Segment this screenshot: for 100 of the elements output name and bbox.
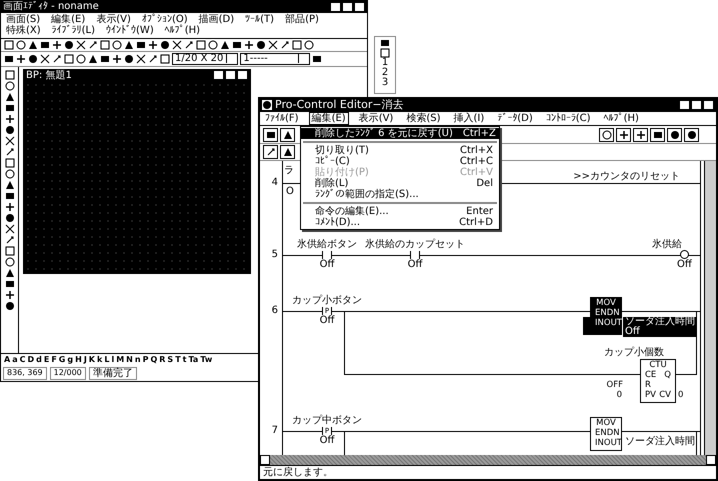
menu-item[interactable]: ｺﾝﾄﾛｰﾗ(C) xyxy=(544,112,593,124)
toolbar-button[interactable] xyxy=(667,128,682,142)
toolbar-icon[interactable] xyxy=(268,40,278,50)
toolbar-icon[interactable] xyxy=(52,40,62,50)
palette-icon[interactable] xyxy=(4,290,14,300)
toolbar-icon[interactable] xyxy=(64,40,74,50)
font-button[interactable]: a xyxy=(12,355,18,364)
font-button[interactable]: Ta xyxy=(188,355,198,364)
menu-item[interactable]: 画面(S) xyxy=(4,14,42,25)
font-button[interactable]: A xyxy=(4,355,10,364)
palette-icon[interactable] xyxy=(4,114,14,124)
toolbar-icon[interactable] xyxy=(256,40,266,50)
toolbar-icon[interactable] xyxy=(172,40,182,50)
window-control-button[interactable] xyxy=(354,2,365,12)
menu-item[interactable]: ﾌｧｲﾙ(F) xyxy=(263,112,301,124)
toolbar-button[interactable] xyxy=(616,128,631,142)
toolbar-button[interactable] xyxy=(599,128,614,142)
menu-item[interactable]: 表示(V) xyxy=(356,112,396,124)
window-control-button[interactable] xyxy=(703,100,714,110)
menu-item[interactable]: ﾍﾙﾌﾟ(H) xyxy=(162,25,202,36)
instruction-block[interactable]: MOV ENDN INOUT xyxy=(590,297,622,336)
palette-icon[interactable] xyxy=(4,212,14,222)
font-button[interactable]: d xyxy=(36,355,42,364)
menu-item[interactable]: 特殊(X) xyxy=(4,25,43,36)
font-button[interactable]: C xyxy=(20,355,26,364)
menu-item[interactable]: 切り取り(T) Ctrl+X xyxy=(301,145,499,156)
tool-icon[interactable] xyxy=(124,54,134,64)
font-button[interactable]: M xyxy=(116,355,124,364)
font-button[interactable]: R xyxy=(159,355,166,364)
vertical-scrollbar[interactable] xyxy=(704,161,716,454)
window-control-button[interactable] xyxy=(691,100,702,110)
toolbar-button[interactable] xyxy=(633,128,648,142)
tool-icon[interactable] xyxy=(40,54,50,64)
menu-item[interactable]: ｺﾋﾟｰ(C) Ctrl+C xyxy=(301,156,499,167)
font-button[interactable]: l xyxy=(111,355,114,364)
toolbar-button[interactable] xyxy=(684,128,699,142)
menu-item[interactable]: 編集(E) xyxy=(310,112,348,124)
font-button[interactable]: G xyxy=(58,355,66,364)
palette-icon[interactable] xyxy=(4,224,14,234)
font-button[interactable]: S xyxy=(167,355,174,364)
menu-item[interactable]: 削除(L) Del xyxy=(301,178,499,189)
palette-icon[interactable] xyxy=(4,300,14,310)
toolbar-icon[interactable] xyxy=(244,40,254,50)
toolbar-icon[interactable] xyxy=(184,40,194,50)
font-button[interactable]: T xyxy=(175,355,181,364)
palette-icon[interactable] xyxy=(4,202,14,212)
menu-item[interactable]: ｺﾒﾝﾄ(D)... Ctrl+D xyxy=(301,217,499,228)
menu-item[interactable]: 部品(P) xyxy=(283,14,321,25)
toolbar-button[interactable] xyxy=(280,145,295,160)
instruction-block[interactable]: MOV ENDN INOUT xyxy=(590,417,622,452)
toolbar-button[interactable] xyxy=(650,128,665,142)
horizontal-scrollbar[interactable] xyxy=(260,454,716,464)
tool-icon[interactable] xyxy=(28,54,38,64)
menu-item[interactable]: ﾍﾙﾌﾟ(H) xyxy=(602,112,641,124)
toolbar-button[interactable] xyxy=(263,128,278,142)
tool-icon[interactable] xyxy=(136,54,146,64)
tool-icon[interactable] xyxy=(148,54,158,64)
font-button[interactable]: K xyxy=(88,355,95,364)
window-control-button[interactable] xyxy=(237,70,248,80)
font-button[interactable]: t xyxy=(182,355,186,364)
font-button[interactable]: J xyxy=(84,355,87,364)
palette-icon[interactable] xyxy=(4,146,14,156)
font-button[interactable]: F xyxy=(51,355,57,364)
font-button[interactable]: E xyxy=(44,355,50,364)
font-button[interactable]: Q xyxy=(150,355,158,364)
toolbar-button[interactable] xyxy=(263,145,278,160)
menu-item[interactable]: 検索(S) xyxy=(404,112,442,124)
font-button[interactable]: k xyxy=(97,355,102,364)
palette-icon[interactable] xyxy=(4,136,14,146)
toolbar-icon[interactable] xyxy=(280,40,290,50)
toolbar-button[interactable] xyxy=(280,128,295,142)
palette-icon[interactable] xyxy=(4,124,14,134)
tool-icon[interactable] xyxy=(16,54,26,64)
window-control-button[interactable] xyxy=(342,2,353,12)
tool-icon[interactable] xyxy=(160,54,170,64)
font-button[interactable]: Tw xyxy=(200,355,212,364)
menu-item[interactable]: 表示(V) xyxy=(94,14,133,25)
window-control-button[interactable] xyxy=(330,2,341,12)
menu-item[interactable]: 挿入(I) xyxy=(452,112,486,124)
menu-item[interactable]: ｳｲﾝﾄﾞｳ(W) xyxy=(104,25,156,36)
window-control-button[interactable] xyxy=(679,100,690,110)
font-button[interactable]: H xyxy=(75,355,82,364)
coil-symbol[interactable] xyxy=(680,250,689,260)
font-button[interactable]: N xyxy=(126,355,133,364)
tool-icon[interactable] xyxy=(52,54,62,64)
font-button[interactable]: P xyxy=(142,355,148,364)
menu-item[interactable]: ｵﾌﾟｼｮﾝ(O) xyxy=(140,14,190,25)
font-button[interactable]: D xyxy=(27,355,34,364)
palette-icon[interactable] xyxy=(4,234,14,244)
instruction-block[interactable]: CTU CE Q R PV CV xyxy=(640,359,676,404)
font-button[interactable]: n xyxy=(134,355,141,364)
font-button[interactable]: L xyxy=(104,355,110,364)
menu-item[interactable]: 描画(D) xyxy=(196,14,236,25)
menu-item[interactable]: 命令の編集(E)... Enter xyxy=(301,206,499,217)
toolbar-icon[interactable] xyxy=(148,40,158,50)
menu-item[interactable]: ﾂｰﾙ(T) xyxy=(243,14,276,25)
toolbar-icon[interactable] xyxy=(76,40,86,50)
line-style-dropdown[interactable]: 1----- xyxy=(240,52,310,64)
menu-item[interactable]: ﾗｲﾌﾞﾗﾘ(L) xyxy=(50,25,98,36)
menu-item[interactable]: ﾃﾞｰﾀ(D) xyxy=(495,112,535,124)
